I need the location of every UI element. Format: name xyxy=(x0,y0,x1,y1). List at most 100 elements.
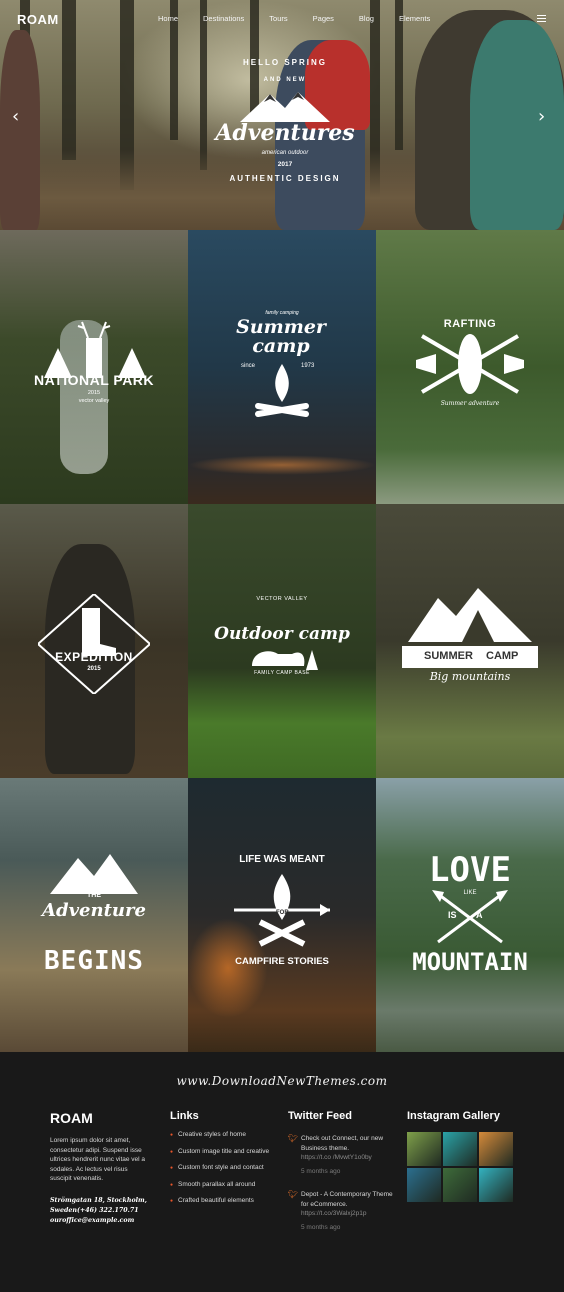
watermark-url: www.DownloadNewThemes.com xyxy=(176,1074,388,1088)
address-line-1: Strömgatan 18, Stockholm, xyxy=(50,1196,147,1204)
badge-title: Adventures xyxy=(215,120,355,146)
twitter-heading: Twitter Feed xyxy=(288,1110,352,1122)
footer-link[interactable]: ● Smooth parallax all around xyxy=(170,1181,269,1188)
tile-sub: Big mountains xyxy=(429,670,511,683)
kayak-paddles-icon xyxy=(416,334,524,394)
footer-links: Links ● Creative styles of home ● Custom i… xyxy=(170,1110,269,1214)
site-logo[interactable]: ROAM xyxy=(17,12,59,27)
instagram-photo[interactable] xyxy=(407,1132,441,1166)
footer-twitter: Twitter Feed 🐦︎ Check out Connect, our n… xyxy=(288,1110,401,1232)
instagram-heading: Instagram Gallery xyxy=(407,1110,500,1122)
address: Strömgatan 18, Stockholm, Sweden(+46) 32… xyxy=(50,1196,150,1226)
tile-like: LIKE xyxy=(463,890,477,896)
footer-link[interactable]: ● Crafted beautiful elements xyxy=(170,1197,269,1204)
bullet-icon: ● xyxy=(170,1198,174,1205)
footer-instagram: Instagram Gallery xyxy=(407,1110,517,1204)
tile-expedition[interactable]: EXPEDITION 2015 xyxy=(0,504,188,778)
tweet-time: 5 months ago xyxy=(301,1167,341,1175)
tent-mountain-icon xyxy=(408,588,532,642)
tile-outdoor-camp[interactable]: VECTOR VALLEY Outdoor camp FAMILY CAMP B… xyxy=(188,504,376,778)
badge-grid: NATIONAL PARK 2015 vector valley family … xyxy=(0,230,564,1052)
bullet-icon: ● xyxy=(170,1181,174,1188)
backpack-green xyxy=(470,20,564,230)
badge-subtitle: american outdoor xyxy=(261,150,309,156)
instagram-photo[interactable] xyxy=(443,1132,477,1166)
chevron-right-icon[interactable]: › xyxy=(538,106,545,127)
tile-bottom: BEGINS xyxy=(44,946,144,976)
tile-title: RAFTING xyxy=(443,318,497,330)
chevron-left-icon[interactable]: ‹ xyxy=(12,106,19,127)
tweet: 🐦︎ Check out Connect, our new Business t… xyxy=(288,1134,401,1176)
tweet-text: Check out Connect, our new Business them… xyxy=(301,1135,384,1152)
tile-title: Adventure xyxy=(42,900,146,921)
address-line-2: Sweden(+46) 322.170.71 xyxy=(50,1206,139,1214)
boot-icon xyxy=(38,594,150,694)
tile-top: VECTOR VALLEY xyxy=(256,596,308,602)
tile-title: Summer camp xyxy=(236,316,326,357)
tile-title: SUMMER xyxy=(424,650,473,662)
links-heading: Links xyxy=(170,1110,199,1122)
badge-bottom-text: AUTHENTIC DESIGN xyxy=(229,174,341,183)
tile-sub: FAMILY CAMP BASE xyxy=(254,670,310,676)
hiker-left xyxy=(0,30,40,230)
tile-sub: vector valley xyxy=(78,398,110,404)
menu-icon[interactable] xyxy=(537,15,546,24)
tile-love-mountain[interactable]: LOVE LIKE IS A MOUNTAIN xyxy=(376,778,564,1052)
tile-year: 2015 xyxy=(87,666,101,672)
deer-icon xyxy=(44,321,146,378)
tile-campfire-stories[interactable]: LIFE WAS MEANT FOR CAMPFIRE STORIES xyxy=(188,778,376,1052)
instagram-photo[interactable] xyxy=(443,1168,477,1202)
tile-national-park[interactable]: NATIONAL PARK 2015 vector valley xyxy=(0,230,188,504)
twitter-bird-icon: 🐦︎ xyxy=(288,1134,299,1143)
footer-link[interactable]: ● Custom font style and contact xyxy=(170,1164,269,1171)
menu-item-blog[interactable]: Blog xyxy=(359,14,374,23)
tile-title: Outdoor camp xyxy=(214,624,350,644)
menu-item-destinations[interactable]: Destinations xyxy=(203,14,244,23)
tile-adventure-begins[interactable]: THE Adventure BEGINS xyxy=(0,778,188,1052)
mountain-icon xyxy=(50,854,138,894)
site-footer: www.DownloadNewThemes.com ROAM Lorem ips… xyxy=(0,1052,564,1292)
tile-sub: Summer adventure xyxy=(440,400,500,407)
hero-banner: ROAM Home Destinations Tours Pages Blog … xyxy=(0,0,564,230)
footer-logo[interactable]: ROAM xyxy=(50,1110,150,1126)
campfire-glow xyxy=(188,455,376,475)
tile-summer-camp[interactable]: family camping Summer camp since 1973 xyxy=(188,230,376,504)
about-text: Lorem ipsum dolor sit amet, consectetur … xyxy=(50,1137,146,1182)
menu-item-tours[interactable]: Tours xyxy=(269,14,287,23)
badge-and-new: AND NEW xyxy=(263,77,307,83)
instagram-photo[interactable] xyxy=(479,1132,513,1166)
bear-icon xyxy=(252,650,318,670)
twitter-bird-icon: 🐦︎ xyxy=(288,1190,299,1199)
instagram-photo[interactable] xyxy=(479,1168,513,1202)
tile-a: A xyxy=(476,910,483,920)
tile-title: EXPEDITION xyxy=(55,650,133,664)
bullet-icon: ● xyxy=(170,1148,174,1155)
menu-item-pages[interactable]: Pages xyxy=(313,14,334,23)
tweet-link[interactable]: https://t.co /MvwtY1o0by xyxy=(301,1153,401,1163)
tile-since: since xyxy=(241,363,256,369)
tile-for: FOR xyxy=(276,910,289,916)
tile-title: NATIONAL PARK xyxy=(33,372,155,388)
footer-link[interactable]: ● Custom image title and creative xyxy=(170,1148,269,1155)
tweet-link[interactable]: https://t.co/3Walxj2p1p xyxy=(301,1209,401,1219)
crossed-axes-icon xyxy=(432,890,508,944)
tweet-text: Depot - A Contemporary Theme for eCommer… xyxy=(301,1191,393,1208)
tile-is: IS xyxy=(448,910,457,920)
main-menu: Home Destinations Tours Pages Blog Eleme… xyxy=(158,14,455,23)
email-link[interactable]: ouroffice@example.com xyxy=(50,1216,150,1226)
badge-year: 2017 xyxy=(277,161,293,168)
instagram-grid xyxy=(407,1132,517,1204)
tweet-time: 5 months ago xyxy=(301,1223,341,1231)
instagram-photo[interactable] xyxy=(407,1168,441,1202)
bullet-icon: ● xyxy=(170,1132,174,1138)
tile-the: THE xyxy=(87,892,101,899)
menu-item-home[interactable]: Home xyxy=(158,14,178,23)
tile-title: LIFE WAS MEANT xyxy=(239,854,325,865)
top-navigation: ROAM Home Destinations Tours Pages Blog … xyxy=(0,0,564,38)
tile-summer-camp-big-mountains[interactable]: SUMMER CAMP Big mountains xyxy=(376,504,564,778)
footer-link[interactable]: ● Creative styles of home xyxy=(170,1131,269,1138)
tile-bottom: MOUNTAIN xyxy=(412,948,528,976)
tile-rafting[interactable]: RAFTING Summer adventure xyxy=(376,230,564,504)
tile-bottom: CAMPFIRE STORIES xyxy=(235,956,329,967)
menu-item-elements[interactable]: Elements xyxy=(399,14,430,23)
